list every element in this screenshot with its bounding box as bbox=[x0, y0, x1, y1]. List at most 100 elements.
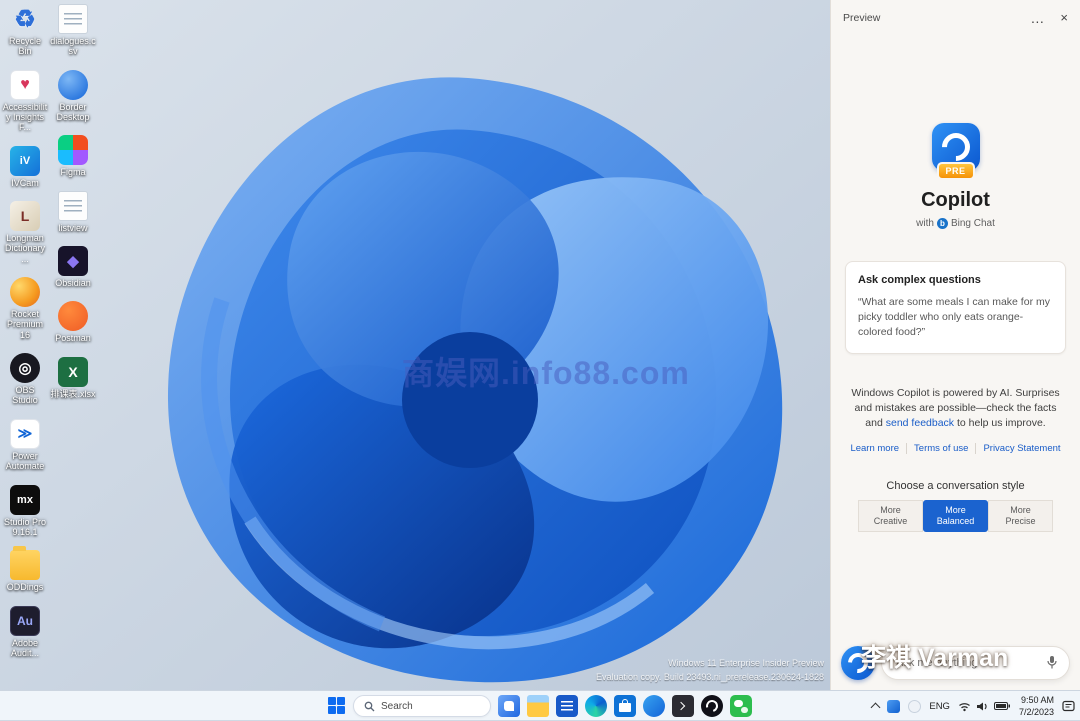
desktop-icon-obsidian[interactable]: ◆ Obsidian bbox=[50, 246, 96, 288]
desktop-icon-oddings-folder[interactable]: ODDings bbox=[2, 546, 48, 593]
icon-label: Adobe Audit... bbox=[10, 637, 39, 658]
language-indicator[interactable]: ENG bbox=[929, 701, 950, 712]
search-box[interactable]: Search bbox=[353, 695, 491, 717]
rocket-premium-icon bbox=[10, 277, 40, 308]
desktop-icon-rocket-premium[interactable]: Rocket Premium 16 bbox=[2, 277, 48, 340]
taskbar-center: Search bbox=[328, 691, 752, 721]
copilot-sidebar: Preview … × PRE Copilot with b Bing Chat… bbox=[830, 0, 1080, 690]
more-options-icon[interactable]: … bbox=[1030, 11, 1044, 25]
start-button[interactable] bbox=[328, 697, 346, 715]
terminal-icon[interactable] bbox=[672, 695, 694, 717]
adobe-audition-icon: Au bbox=[10, 605, 40, 636]
wechat-icon[interactable] bbox=[730, 695, 752, 717]
copilot-subtitle: with b Bing Chat bbox=[916, 218, 995, 229]
tray-app-icon[interactable] bbox=[887, 699, 901, 713]
volume-icon bbox=[976, 702, 987, 710]
icon-label: Figma bbox=[60, 167, 86, 178]
desktop: 商娱网.info88.com ♻ Recycle Bin ♥ Accessibi… bbox=[0, 0, 830, 690]
desktop-icon-obs-studio[interactable]: ◎ OBS Studio bbox=[2, 353, 48, 406]
legal-links: Learn more Terms of use Privacy Statemen… bbox=[831, 443, 1080, 455]
tray-app-icon-2[interactable] bbox=[908, 699, 922, 713]
style-more-creative-button[interactable]: More Creative bbox=[858, 500, 923, 533]
style-more-precise-button[interactable]: More Precise bbox=[988, 500, 1053, 533]
mic-icon[interactable] bbox=[1046, 655, 1058, 670]
conversation-style-toggle: More Creative More Balanced More Precise bbox=[831, 500, 1080, 533]
close-icon[interactable]: × bbox=[1060, 10, 1068, 25]
icon-label: ODDings bbox=[6, 582, 44, 593]
obs-studio-icon: ◎ bbox=[10, 353, 40, 384]
desktop-watermark: 商娱网.info88.com bbox=[402, 355, 690, 391]
desktop-icon-adobe-audition[interactable]: Au Adobe Audit... bbox=[2, 605, 48, 659]
copilot-hero: PRE Copilot with b Bing Chat bbox=[831, 123, 1080, 229]
bloom-wallpaper bbox=[0, 0, 830, 690]
desktop-icon-border-desktop[interactable]: Border Desktop bbox=[50, 69, 96, 123]
copilot-input-bar bbox=[831, 646, 1080, 690]
windows-build-info: Windows 11 Enterprise Insider Preview Ev… bbox=[595, 658, 824, 682]
privacy-statement-link[interactable]: Privacy Statement bbox=[976, 443, 1067, 454]
copilot-title: Copilot bbox=[921, 189, 990, 211]
suggestion-card[interactable]: Ask complex questions “What are some mea… bbox=[845, 261, 1066, 354]
clock[interactable]: 9:50 AM 7/2/2023 bbox=[1019, 694, 1054, 718]
icon-label: listview bbox=[58, 222, 88, 233]
icon-label: Obsidian bbox=[55, 278, 91, 289]
text-file-icon bbox=[58, 190, 88, 221]
desktop-icon-dialogues-csv[interactable]: dialogues.csv bbox=[50, 4, 96, 57]
show-hidden-icons-chevron[interactable] bbox=[870, 702, 881, 713]
recycle-bin-icon: ♻ bbox=[14, 5, 36, 33]
dictionary-icon: L bbox=[10, 201, 40, 232]
desktop-icon-listview[interactable]: listview bbox=[50, 190, 96, 233]
icon-label: IVCam bbox=[11, 177, 39, 188]
edge-icon[interactable] bbox=[585, 695, 607, 717]
copilot-header: Preview … × bbox=[831, 0, 1080, 25]
figma-icon bbox=[58, 135, 88, 166]
store-icon[interactable] bbox=[614, 695, 636, 717]
ivcam-icon: iV bbox=[10, 145, 40, 176]
desktop-icon-accessibility-insights[interactable]: ♥ Accessibility Insights F... bbox=[2, 69, 48, 133]
chat-icon[interactable] bbox=[498, 695, 520, 717]
csv-file-icon bbox=[58, 4, 88, 34]
terms-of-use-link[interactable]: Terms of use bbox=[907, 443, 977, 455]
desktop-icon-excel-file[interactable]: X 排课表.xlsx bbox=[50, 356, 96, 399]
search-placeholder: Search bbox=[381, 700, 413, 712]
studio-pro-icon: mx bbox=[10, 484, 40, 515]
icon-label: Recycle Bin bbox=[8, 36, 41, 57]
file-explorer-icon[interactable] bbox=[527, 695, 549, 717]
learn-more-link[interactable]: Learn more bbox=[843, 443, 908, 455]
preview-label: Preview bbox=[843, 11, 881, 24]
icon-label: Rocket Premium 16 bbox=[6, 309, 43, 340]
search-icon bbox=[364, 701, 375, 711]
document-app-icon[interactable] bbox=[556, 695, 578, 717]
icon-label: Postman bbox=[55, 333, 91, 344]
excel-file-icon: X bbox=[58, 356, 88, 387]
icon-label: Accessibility Insights F... bbox=[2, 101, 48, 133]
obsidian-icon: ◆ bbox=[58, 246, 88, 277]
icon-label: Border Desktop bbox=[56, 101, 90, 123]
suggestion-card-title: Ask complex questions bbox=[858, 274, 981, 286]
conversation-style-label: Choose a conversation style bbox=[886, 480, 1025, 493]
icon-label: Longman Dictionary ... bbox=[4, 233, 45, 264]
notification-icon[interactable] bbox=[1062, 700, 1075, 712]
desktop-icon-figma[interactable]: Figma bbox=[50, 135, 96, 177]
copilot-logo: PRE bbox=[931, 123, 980, 180]
desktop-icon-studio-pro[interactable]: mx Studio Pro 9.16.1 bbox=[2, 484, 48, 538]
style-more-balanced-button[interactable]: More Balanced bbox=[923, 500, 988, 533]
chat-input[interactable] bbox=[881, 646, 1070, 680]
send-feedback-link[interactable]: send feedback bbox=[886, 417, 954, 429]
desktop-icon-longman-dictionary[interactable]: L Longman Dictionary ... bbox=[2, 201, 48, 264]
system-tray: ENG 9:50 AM 7/2/2023 bbox=[870, 691, 1075, 721]
network-volume-battery[interactable] bbox=[958, 701, 1011, 712]
icon-label: 排课表.xlsx bbox=[50, 388, 96, 399]
obs-taskbar-icon[interactable] bbox=[701, 695, 723, 717]
ai-disclaimer: Windows Copilot is powered by AI. Surpri… bbox=[851, 386, 1060, 430]
desktop-icon-postman[interactable]: Postman bbox=[50, 301, 96, 343]
desktop-icon-ivcam[interactable]: iV IVCam bbox=[2, 145, 48, 188]
icon-label: Studio Pro 9.16.1 bbox=[3, 516, 47, 537]
desktop-icon-recycle-bin[interactable]: ♻ Recycle Bin bbox=[2, 4, 48, 57]
border-desktop-icon bbox=[58, 69, 88, 100]
postman-icon bbox=[58, 301, 88, 332]
wifi-icon bbox=[959, 702, 970, 711]
icon-label: dialogues.csv bbox=[50, 36, 96, 57]
pre-badge: PRE bbox=[936, 162, 975, 180]
browser-app-icon[interactable] bbox=[643, 695, 665, 717]
desktop-icon-power-automate[interactable]: ≫ Power Automate bbox=[2, 418, 48, 472]
